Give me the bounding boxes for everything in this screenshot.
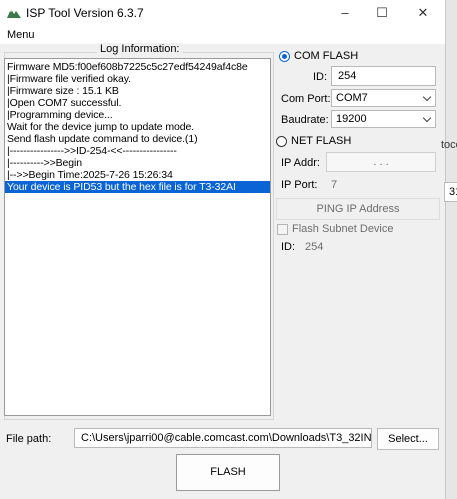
net-id-value: 254 [305,241,324,253]
baudrate-label: Baudrate: [281,114,329,126]
baudrate-value: 19200 [336,113,367,125]
ip-addr-input[interactable]: . . . [326,152,436,172]
log-output[interactable]: Firmware MD5:f00ef608b7225c5c27edf54249a… [4,58,271,416]
log-line: |---------------->>ID-254-<<------------… [7,145,177,157]
file-path-input[interactable]: C:\Users\jparri00@cable.comcast.com\Down… [74,428,372,448]
log-line: |Firmware file verified okay. [7,73,131,85]
ip-port-value[interactable]: 7 [331,179,337,191]
id-label: ID: [313,71,328,83]
background-window-field: 31 [444,182,457,202]
close-button[interactable]: ✕ [403,0,443,27]
log-line-selected[interactable]: Your device is PID53 but the hex file is… [5,181,270,193]
log-line: Wait for the device jump to update mode. [7,121,195,133]
log-line: |Programming device... [7,109,113,121]
com-port-value: COM7 [336,92,368,104]
menu-item[interactable]: Menu [7,29,35,41]
net-flash-label: NET FLASH [291,135,352,147]
background-window-text: toco [441,139,457,151]
background-window-edge [445,0,457,499]
id-input[interactable]: 254 [331,66,436,86]
com-flash-label: COM FLASH [294,50,359,62]
log-line: Firmware MD5:f00ef608b7225c5c27edf54249a… [7,61,248,73]
select-button[interactable]: Select... [377,428,439,450]
com-flash-radio[interactable] [279,51,290,62]
baudrate-select[interactable]: 19200 [331,110,436,128]
chevron-down-icon [422,92,432,102]
log-line: |Open COM7 successful. [7,97,122,109]
chevron-down-icon [422,113,432,123]
window-title: ISP Tool Version 6.3.7 [26,6,144,20]
flash-subnet-checkbox[interactable] [277,224,288,235]
log-line: |---------->>Begin [7,157,83,169]
maximize-button[interactable]: ☐ [362,0,402,27]
flash-button[interactable]: FLASH [176,454,280,491]
flash-subnet-label: Flash Subnet Device [292,223,394,235]
com-port-select[interactable]: COM7 [331,89,436,107]
net-id-label: ID: [281,241,296,253]
minimize-button[interactable]: – [325,0,365,27]
com-port-label: Com Port: [281,93,331,105]
background-window-value: 31 [449,186,457,198]
file-path-label: File path: [6,433,52,445]
ip-addr-label: IP Addr: [281,157,320,169]
log-line: Send flash update command to device.(1) [7,133,198,145]
log-line: |-->>Begin Time:2025-7-26 15:26:34 [7,169,173,181]
app-icon [6,6,22,20]
log-title: Log Information: [97,43,183,55]
ip-port-label: IP Port: [281,179,318,191]
menu-bar [0,27,445,44]
net-flash-radio[interactable] [276,136,287,147]
ping-ip-button[interactable]: PING IP Address [276,198,440,220]
log-line: |Firmware size : 15.1 KB [7,85,119,97]
